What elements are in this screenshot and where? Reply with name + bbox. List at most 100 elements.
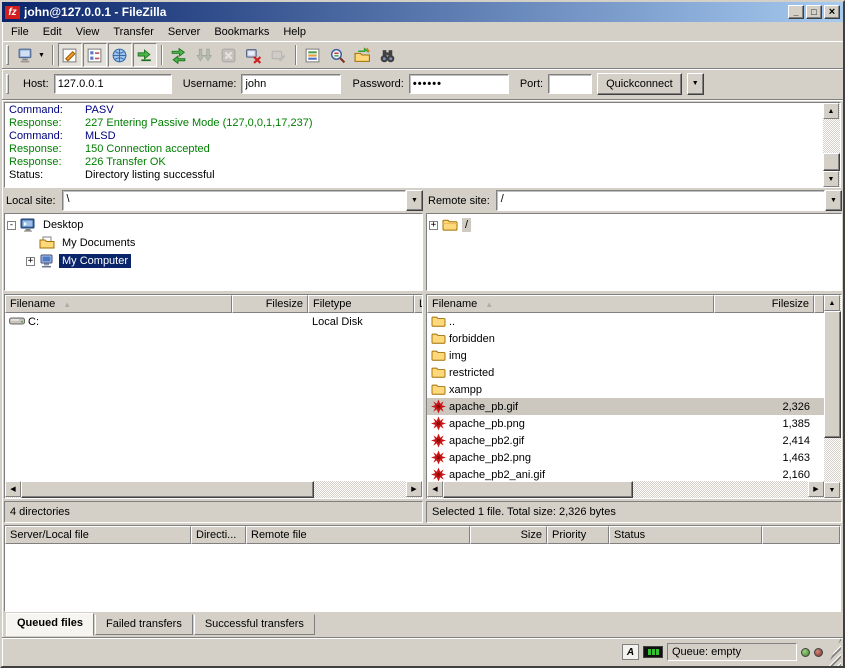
local-horizontal-scrollbar[interactable]: ◀ ▶	[5, 481, 422, 498]
find-files-button[interactable]	[376, 43, 400, 67]
file-row-c-drive[interactable]: C: Local Disk	[5, 313, 422, 330]
tab-failed-transfers[interactable]: Failed transfers	[95, 614, 193, 635]
tree-item-label[interactable]: My Computer	[59, 254, 131, 268]
minimize-button[interactable]: _	[788, 5, 804, 19]
remote-vertical-scrollbar[interactable]: ▲ ▼	[824, 295, 841, 498]
refresh-button[interactable]	[167, 43, 191, 67]
site-manager-button[interactable]	[13, 43, 37, 67]
toolbar-grip	[6, 45, 9, 65]
username-input[interactable]	[241, 74, 341, 94]
scrollbar-thumb[interactable]	[824, 311, 841, 438]
process-queue-button[interactable]	[192, 43, 216, 67]
scrollbar-thumb[interactable]	[443, 481, 633, 498]
tree-item-my-computer[interactable]: + My Computer	[7, 252, 422, 270]
remote-horizontal-scrollbar[interactable]: ◀ ▶	[427, 481, 824, 498]
quickconnect-button[interactable]: Quickconnect	[597, 73, 682, 95]
remote-site-combo[interactable]: / ▼	[496, 190, 842, 211]
column-header-filename[interactable]: Filename▲	[5, 295, 232, 313]
scroll-right-icon[interactable]: ▶	[808, 481, 824, 497]
scrollbar-thumb[interactable]	[823, 153, 840, 171]
local-site-dropdown-icon[interactable]: ▼	[406, 190, 423, 211]
file-row[interactable]: img	[427, 347, 824, 364]
reconnect-button[interactable]	[267, 43, 291, 67]
file-row[interactable]: ..	[427, 313, 824, 330]
port-input[interactable]	[548, 74, 592, 94]
toggle-remote-tree-button[interactable]	[108, 43, 132, 67]
tree-item-desktop[interactable]: - Desktop	[7, 216, 422, 234]
column-header-size[interactable]: Size	[470, 526, 547, 544]
file-row[interactable]: apache_pb2.gif 2,414	[427, 432, 824, 449]
column-header-last-modified[interactable]: L	[414, 295, 422, 313]
file-row[interactable]: xampp	[427, 381, 824, 398]
local-site-value[interactable]: \	[62, 190, 406, 211]
scroll-down-icon[interactable]: ▼	[824, 482, 840, 498]
host-input[interactable]	[54, 74, 172, 94]
column-header-server-local-file[interactable]: Server/Local file	[5, 526, 191, 544]
file-row[interactable]: restricted	[427, 364, 824, 381]
menu-edit[interactable]: Edit	[36, 24, 69, 40]
scrollbar-thumb[interactable]	[21, 481, 314, 498]
expander-icon[interactable]: -	[7, 221, 16, 230]
file-row[interactable]: apache_pb.png 1,385	[427, 415, 824, 432]
tree-item-label[interactable]: /	[462, 218, 471, 232]
column-header-filesize[interactable]: Filesize	[232, 295, 308, 313]
column-header-remote-file[interactable]: Remote file	[246, 526, 470, 544]
scroll-up-icon[interactable]: ▲	[824, 295, 840, 311]
expander-icon[interactable]: +	[26, 257, 35, 266]
file-row-selected[interactable]: apache_pb.gif 2,326	[427, 398, 824, 415]
quickconnect-dropdown-icon[interactable]: ▼	[687, 73, 704, 95]
expander-icon[interactable]: +	[429, 221, 438, 230]
tab-queued-files[interactable]: Queued files	[6, 613, 94, 636]
column-header-filesize[interactable]: Filesize	[714, 295, 814, 313]
column-header-filetype[interactable]: Filetype	[308, 295, 414, 313]
synchronized-browsing-button[interactable]	[351, 43, 375, 67]
tree-item-my-documents[interactable]: My Documents	[7, 234, 422, 252]
scroll-up-icon[interactable]: ▲	[823, 103, 839, 119]
maximize-button[interactable]: □	[806, 5, 822, 19]
disconnect-button[interactable]	[242, 43, 266, 67]
remote-panel: Remote site: / ▼ + / Filename▲ Filesize	[426, 190, 842, 523]
site-manager-dropdown-icon[interactable]: ▼	[38, 52, 48, 59]
menu-file[interactable]: File	[4, 24, 36, 40]
toggle-transfer-queue-button[interactable]	[133, 43, 157, 67]
scroll-down-icon[interactable]: ▼	[823, 171, 839, 187]
scroll-left-icon[interactable]: ◀	[427, 481, 443, 497]
password-input[interactable]	[409, 74, 509, 94]
menu-bookmarks[interactable]: Bookmarks	[207, 24, 276, 40]
scroll-left-icon[interactable]: ◀	[5, 481, 21, 497]
column-header-filename[interactable]: Filename▲	[427, 295, 714, 313]
toggle-local-tree-button[interactable]	[83, 43, 107, 67]
resize-grip[interactable]	[827, 638, 841, 666]
menu-server[interactable]: Server	[161, 24, 207, 40]
filter-button[interactable]	[301, 43, 325, 67]
menu-view[interactable]: View	[69, 24, 107, 40]
column-header-status[interactable]: Status	[609, 526, 762, 544]
menu-transfer[interactable]: Transfer	[106, 24, 161, 40]
compare-directories-button[interactable]	[326, 43, 350, 67]
tab-successful-transfers[interactable]: Successful transfers	[194, 614, 315, 635]
tree-item-label[interactable]: Desktop	[40, 218, 86, 232]
tree-item-root[interactable]: + /	[429, 216, 841, 234]
scroll-right-icon[interactable]: ▶	[406, 481, 422, 497]
local-site-combo[interactable]: \ ▼	[62, 190, 423, 211]
log-vertical-scrollbar[interactable]: ▲ ▼	[823, 103, 840, 187]
datatype-indicator[interactable]: A	[622, 644, 639, 660]
column-header-priority[interactable]: Priority	[547, 526, 609, 544]
send-activity-led	[814, 648, 823, 657]
file-row[interactable]: forbidden	[427, 330, 824, 347]
close-button[interactable]: ×	[824, 5, 840, 19]
speed-limit-icon[interactable]	[643, 646, 663, 658]
file-row[interactable]: apache_pb2.png 1,463	[427, 449, 824, 466]
toggle-message-log-button[interactable]	[58, 43, 82, 67]
menu-help[interactable]: Help	[276, 24, 313, 40]
remote-site-bar: Remote site: / ▼	[426, 190, 842, 211]
log-text: MLSD	[85, 130, 116, 143]
file-row[interactable]: apache_pb2_ani.gif 2,160	[427, 466, 824, 481]
remote-site-dropdown-icon[interactable]: ▼	[825, 190, 842, 211]
title-bar[interactable]: fz john@127.0.0.1 - FileZilla _ □ ×	[2, 2, 843, 22]
cancel-operation-button[interactable]	[217, 43, 241, 67]
tree-item-label[interactable]: My Documents	[59, 236, 138, 250]
column-header-direction[interactable]: Directi...	[191, 526, 246, 544]
remote-site-value[interactable]: /	[496, 190, 825, 211]
remote-tree-icon	[111, 47, 128, 64]
